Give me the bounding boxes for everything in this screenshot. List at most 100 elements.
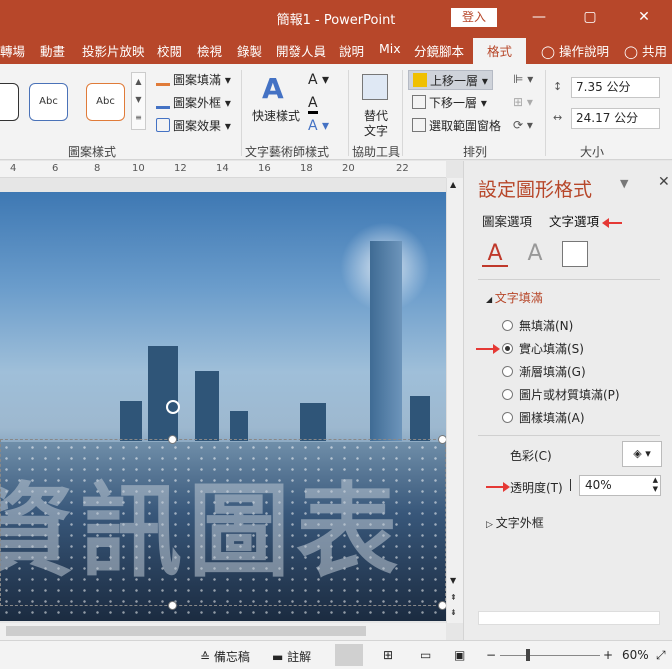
ruler-tick: 6	[52, 163, 59, 174]
radio-circle[interactable]	[502, 389, 513, 400]
rotate-handle-icon[interactable]	[166, 400, 180, 414]
radio-picture-fill[interactable]: 圖片或材質填滿(P)	[502, 387, 620, 403]
tab-text-options[interactable]: 文字選項	[549, 211, 599, 230]
resize-handle[interactable]	[168, 435, 177, 444]
tab-developer[interactable]: 開發人員	[276, 41, 326, 60]
slideshow-view-icon[interactable]: ▣	[454, 648, 465, 662]
group-objects-icon[interactable]: ⊞ ▾	[513, 95, 533, 109]
color-picker-button[interactable]: ◈ ▾	[622, 441, 662, 467]
rotate-icon[interactable]: ⟳ ▾	[513, 118, 533, 132]
radio-circle[interactable]	[502, 412, 513, 423]
section-text-outline[interactable]: ▷ 文字外框	[486, 514, 544, 531]
slide-sorter-view-icon[interactable]: ⊞	[383, 648, 393, 662]
scroll-down-icon[interactable]: ▼	[450, 576, 456, 585]
notes-label: 備忘稿	[213, 650, 250, 664]
normal-view-button[interactable]	[335, 644, 363, 666]
alt-text-button-line2[interactable]: 文字	[364, 121, 388, 141]
annotation-arrow	[476, 344, 500, 354]
selection-pane-button[interactable]: 選取範圍窗格	[412, 116, 501, 136]
zoom-slider-thumb[interactable]	[526, 649, 530, 661]
comments-button[interactable]: ▬ 註解	[272, 648, 311, 665]
reading-view-icon[interactable]: ▭	[420, 648, 431, 662]
tab-shape-options[interactable]: 圖案選項	[482, 211, 532, 230]
building-image	[120, 401, 142, 441]
spinner-icon[interactable]: ▲ ▼	[653, 476, 658, 494]
shape-width-input[interactable]: 24.17 公分	[571, 108, 660, 129]
next-slide-icon[interactable]: ⇟	[450, 608, 457, 617]
text-fill-outline-icon[interactable]: A	[482, 241, 508, 267]
section-text-fill[interactable]: ◢ 文字填滿	[486, 289, 543, 306]
ruler-tick: 8	[94, 163, 101, 174]
shape-effects-button[interactable]: 圖案效果 ▾	[156, 116, 231, 136]
close-icon[interactable]: ✕	[630, 6, 658, 28]
tab-help[interactable]: 說明	[339, 41, 364, 60]
scroll-up-icon[interactable]: ▲	[450, 180, 456, 189]
maximize-icon[interactable]: ▢	[576, 6, 604, 28]
pane-horizontal-scrollbar[interactable]	[478, 611, 660, 625]
tab-storyboard[interactable]: 分鏡腳本	[414, 41, 464, 60]
text-box-icon[interactable]	[562, 241, 588, 267]
radio-gradient-fill[interactable]: 漸層填滿(G)	[502, 364, 586, 380]
radio-pattern-fill[interactable]: 圖樣填滿(A)	[502, 410, 585, 426]
share-button[interactable]: ◯ 共用	[624, 41, 667, 60]
radio-circle[interactable]	[502, 366, 513, 377]
ruler-tick: 16	[258, 163, 271, 174]
tell-me-label: 操作說明	[558, 44, 609, 59]
zoom-slider[interactable]	[500, 655, 600, 656]
text-effects-a-icon[interactable]: A ▾	[308, 72, 329, 88]
horizontal-scrollbar[interactable]	[0, 623, 446, 640]
radio-solid-fill[interactable]: 實心填滿(S)	[502, 341, 584, 357]
tab-mix[interactable]: Mix	[379, 41, 401, 56]
tell-me-search[interactable]: ◯ 操作說明	[541, 41, 609, 60]
horizontal-scroll-thumb[interactable]	[6, 626, 366, 636]
resize-handle[interactable]	[168, 601, 177, 610]
tab-record[interactable]: 錄製	[237, 41, 262, 60]
shape-fill-button[interactable]: 圖案填滿 ▾	[156, 70, 231, 90]
shape-style-orange[interactable]: Abc	[86, 83, 125, 121]
zoom-level[interactable]: 60%	[622, 648, 649, 662]
ruler-tick: 20	[342, 163, 355, 174]
paint-bucket-icon: ◈	[633, 447, 642, 460]
ruler-tick: 18	[300, 163, 313, 174]
pane-options-chevron-icon[interactable]: ▼	[620, 177, 628, 190]
tab-review[interactable]: 校閱	[157, 41, 182, 60]
radio-circle[interactable]	[502, 343, 513, 354]
shape-style-gallery-item[interactable]	[0, 83, 19, 121]
building-image	[195, 371, 219, 441]
vertical-scrollbar[interactable]: ▲ ▼ ⇞ ⇟	[446, 178, 463, 623]
transparency-slider[interactable]	[570, 479, 571, 491]
text-fill-a-icon[interactable]: A	[308, 95, 318, 114]
zoom-out-icon[interactable]: −	[486, 648, 496, 662]
slide-canvas[interactable]: 資訊圖表	[0, 192, 446, 621]
send-backward-button[interactable]: 下移一層 ▾	[412, 93, 487, 113]
shape-height-input[interactable]: 7.35 公分	[571, 77, 660, 98]
bring-forward-button[interactable]: 上移一層 ▾	[408, 70, 493, 90]
align-icon[interactable]: ⊫ ▾	[513, 72, 533, 86]
zoom-in-icon[interactable]: +	[603, 648, 613, 662]
signin-button[interactable]: 登入	[451, 8, 497, 27]
tab-format[interactable]: 格式	[473, 38, 527, 64]
text-outline-a-icon[interactable]: A ▾	[308, 118, 329, 134]
shape-outline-button[interactable]: 圖案外框 ▾	[156, 93, 231, 113]
text-effects-icon[interactable]: A	[522, 241, 548, 267]
pane-close-icon[interactable]: ✕	[658, 174, 670, 190]
tab-animations[interactable]: 動畫	[40, 41, 65, 60]
radio-circle[interactable]	[502, 320, 513, 331]
section-text-outline-label: 文字外框	[495, 516, 544, 530]
style-gallery-scroll[interactable]: ▲ ▼ ≡	[131, 72, 146, 130]
tab-transitions[interactable]: 轉場	[0, 41, 25, 60]
fit-to-window-icon[interactable]: ⤢	[656, 648, 666, 663]
previous-slide-icon[interactable]: ⇞	[450, 593, 457, 602]
quick-styles-button[interactable]: 快速樣式	[252, 106, 300, 126]
radio-label: 圖片或材質填滿(P)	[519, 388, 620, 402]
send-backward-label: 下移一層	[429, 96, 478, 110]
tab-slideshow[interactable]: 投影片放映	[82, 41, 145, 60]
slide-editing-area[interactable]: 資訊圖表	[0, 178, 447, 623]
transparency-input[interactable]: 40% ▲ ▼	[579, 475, 661, 496]
tab-view[interactable]: 檢視	[197, 41, 222, 60]
notes-button[interactable]: ≙ 備忘稿	[200, 648, 250, 665]
pencil-icon	[156, 95, 170, 109]
shape-style-blue[interactable]: Abc	[29, 83, 68, 121]
minimize-icon[interactable]: —	[525, 6, 553, 28]
radio-no-fill[interactable]: 無填滿(N)	[502, 318, 573, 334]
